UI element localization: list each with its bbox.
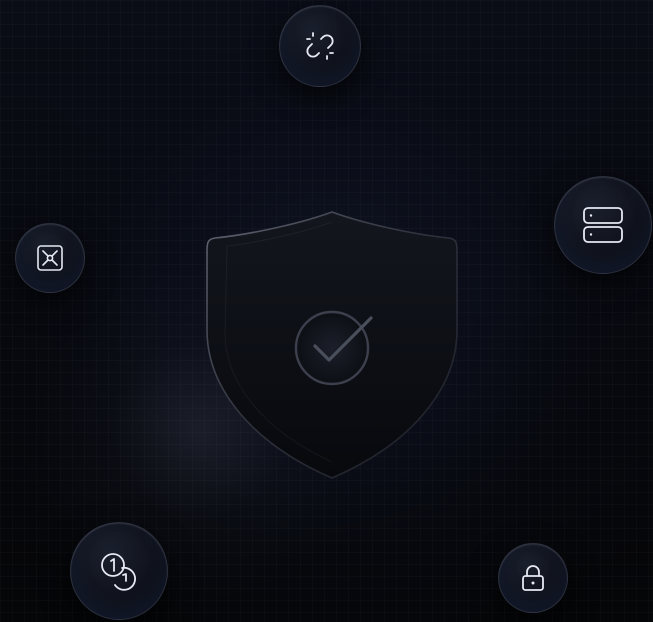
broken-link-icon xyxy=(306,32,334,60)
broken-link-node[interactable] xyxy=(279,5,361,87)
shield-check-icon xyxy=(195,200,470,490)
network-nodes-icon xyxy=(37,245,63,271)
padlock-icon xyxy=(522,565,544,591)
tokens-node[interactable] xyxy=(70,522,168,620)
network-node[interactable] xyxy=(15,223,85,293)
lock-node[interactable] xyxy=(498,543,568,613)
coins-icon xyxy=(101,553,136,591)
server-database-icon xyxy=(583,207,623,243)
security-illustration xyxy=(0,0,653,622)
database-node[interactable] xyxy=(554,176,652,274)
